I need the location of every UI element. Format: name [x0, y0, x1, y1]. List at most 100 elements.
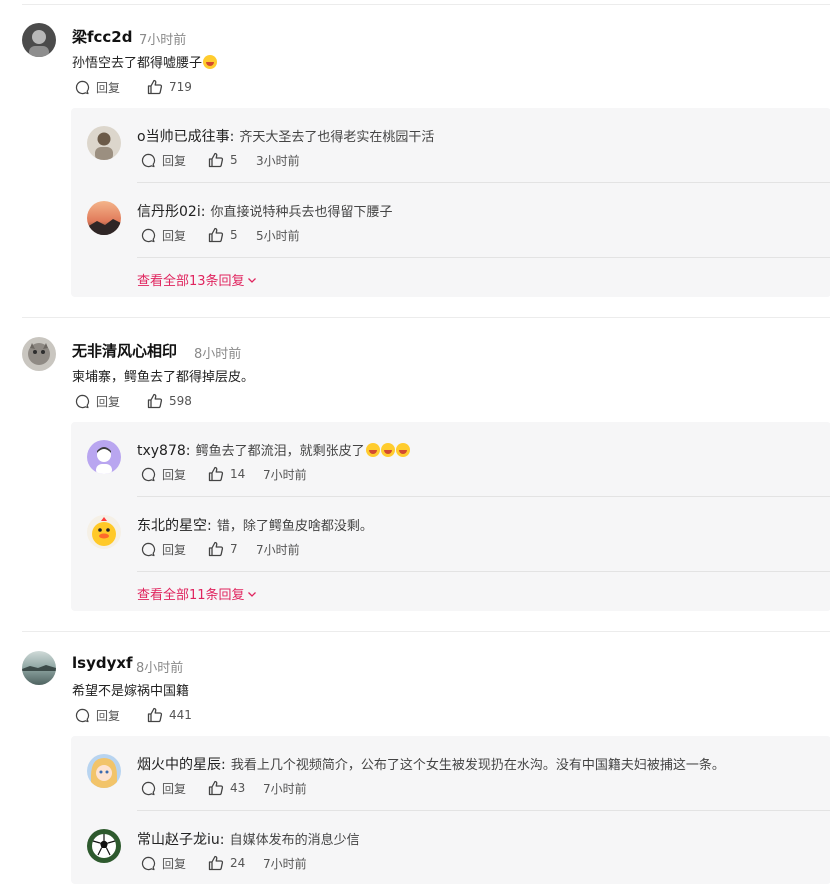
comment-bubble-icon — [141, 542, 156, 557]
chevron-down-icon — [247, 278, 256, 283]
reply-button[interactable]: 回复 — [141, 227, 186, 244]
comment-text-content: 孙悟空去了都得嘘腰子 — [72, 56, 203, 71]
reply-time: 7小时前 — [263, 468, 307, 482]
reply-time: 7小时前 — [263, 782, 307, 796]
like-count: 5 — [230, 228, 238, 242]
comment-time: 8小时前 — [194, 347, 242, 362]
reply-username[interactable]: 常山赵子龙iu: — [137, 832, 224, 848]
laugh-cry-emoji-icon — [203, 55, 218, 69]
like-button[interactable]: 719 — [147, 79, 192, 95]
like-count: 43 — [230, 781, 246, 795]
reply-button[interactable]: 回复 — [141, 780, 186, 797]
reply-button[interactable]: 回复 — [141, 855, 186, 872]
reply-panel: o当帅已成往事: 齐天大圣去了也得老实在桃园干活 回复 5 3小时前 信丹彤02… — [71, 108, 830, 297]
reply-item: txy878: 鳄鱼去了都流泪，就剩张皮了 回复 14 7小时前 — [71, 422, 830, 496]
like-button[interactable]: 24 — [208, 855, 245, 871]
reply-content: txy878: 鳄鱼去了都流泪，就剩张皮了 — [137, 440, 410, 459]
comment-username[interactable]: 梁fcc2d — [72, 26, 132, 47]
chevron-down-icon — [247, 592, 256, 597]
like-count: 24 — [230, 856, 246, 870]
reply-button[interactable]: 回复 — [141, 152, 186, 169]
reply-username[interactable]: 信丹彤02i: — [137, 204, 205, 220]
reply-button[interactable]: 回复 — [75, 79, 120, 96]
reply-actions: 回复 43 7小时前 — [141, 780, 441, 796]
view-all-replies-link[interactable]: 查看全部11条回复 — [137, 584, 257, 603]
comment-bubble-icon — [75, 394, 90, 409]
reply-item: 东北的星空: 错，除了鳄鱼皮啥都没剩。 回复 7 7小时前 — [71, 497, 830, 571]
reply-label: 回复 — [96, 81, 121, 95]
comment-bubble-icon — [141, 153, 156, 168]
reply-item: 信丹彤02i: 你直接说特种兵去也得留下腰子 回复 5 5小时前 — [71, 183, 830, 257]
view-all-replies-link[interactable]: 查看全部13条回复 — [137, 270, 257, 289]
comment-bubble-icon — [75, 708, 90, 723]
reply-text: 错，除了鳄鱼皮啥都没剩。 — [216, 519, 373, 534]
divider — [22, 4, 830, 5]
reply-item: 常山赵子龙iu: 自媒体发布的消息少信 回复 24 7小时前 — [71, 811, 830, 885]
reply-button[interactable]: 回复 — [75, 707, 120, 724]
comment-time: 7小时前 — [139, 33, 187, 48]
reply-button[interactable]: 回复 — [75, 393, 120, 410]
thumbs-up-icon — [208, 152, 224, 168]
reply-button[interactable]: 回复 — [141, 466, 186, 483]
laugh-cry-emoji-icon — [395, 443, 410, 457]
avatar[interactable] — [87, 440, 121, 474]
avatar[interactable] — [87, 201, 121, 235]
comment-username[interactable]: 无非清风心相印 — [72, 340, 177, 361]
comment-text: 孙悟空去了都得嘘腰子 — [72, 52, 218, 71]
comment-bubble-icon — [141, 467, 156, 482]
reply-time: 5小时前 — [256, 229, 300, 243]
like-count: 719 — [169, 80, 192, 94]
thumbs-up-icon — [208, 466, 224, 482]
reply-actions: 回复 7 7小时前 — [141, 541, 441, 557]
reply-content: 东北的星空: 错，除了鳄鱼皮啥都没剩。 — [137, 515, 373, 535]
like-count: 5 — [230, 153, 238, 167]
avatar[interactable] — [22, 23, 56, 57]
reply-actions: 回复 5 3小时前 — [141, 152, 441, 168]
thumbs-up-icon — [147, 707, 163, 723]
like-button[interactable]: 5 — [208, 152, 238, 168]
avatar[interactable] — [87, 126, 121, 160]
like-button[interactable]: 7 — [208, 541, 238, 557]
laugh-cry-emoji-icon — [380, 443, 395, 457]
thumbs-up-icon — [208, 855, 224, 871]
thumbs-up-icon — [147, 393, 163, 409]
comment-username[interactable]: lsydyxf — [72, 654, 133, 672]
reply-label: 回复 — [162, 857, 187, 871]
view-all-label: 查看全部11条回复 — [137, 588, 245, 603]
reply-actions: 回复 5 5小时前 — [141, 227, 441, 243]
reply-username[interactable]: o当帅已成往事: — [137, 129, 234, 145]
divider — [137, 571, 830, 572]
avatar[interactable] — [22, 651, 56, 685]
view-all-label: 查看全部13条回复 — [137, 274, 245, 289]
reply-username[interactable]: txy878: — [137, 443, 191, 459]
reply-button[interactable]: 回复 — [141, 541, 186, 558]
like-button[interactable]: 5 — [208, 227, 238, 243]
reply-label: 回复 — [162, 543, 187, 557]
reply-username[interactable]: 东北的星空: — [137, 518, 212, 534]
reply-text: 你直接说特种兵去也得留下腰子 — [210, 205, 393, 220]
reply-content: o当帅已成往事: 齐天大圣去了也得老实在桃园干活 — [137, 126, 434, 146]
like-button[interactable]: 598 — [147, 393, 192, 409]
like-button[interactable]: 43 — [208, 780, 245, 796]
divider — [22, 631, 830, 632]
reply-text: 自媒体发布的消息少信 — [229, 833, 360, 848]
comment-bubble-icon — [141, 856, 156, 871]
comment-bubble-icon — [141, 781, 156, 796]
reply-time: 7小时前 — [263, 857, 307, 871]
reply-time: 7小时前 — [256, 543, 300, 557]
like-button[interactable]: 14 — [208, 466, 245, 482]
avatar[interactable] — [87, 754, 121, 788]
reply-actions: 回复 14 7小时前 — [141, 466, 441, 482]
reply-text: 齐天大圣去了也得老实在桃园干活 — [239, 130, 435, 145]
reply-username[interactable]: 烟火中的星辰: — [137, 757, 226, 773]
avatar[interactable] — [87, 515, 121, 549]
like-count: 441 — [169, 708, 192, 722]
thumbs-up-icon — [208, 780, 224, 796]
thumbs-up-icon — [208, 227, 224, 243]
avatar[interactable] — [22, 337, 56, 371]
like-button[interactable]: 441 — [147, 707, 192, 723]
reply-content: 常山赵子龙iu: 自媒体发布的消息少信 — [137, 829, 360, 849]
avatar[interactable] — [87, 829, 121, 863]
reply-actions: 回复 24 7小时前 — [141, 855, 441, 871]
reply-label: 回复 — [162, 468, 187, 482]
